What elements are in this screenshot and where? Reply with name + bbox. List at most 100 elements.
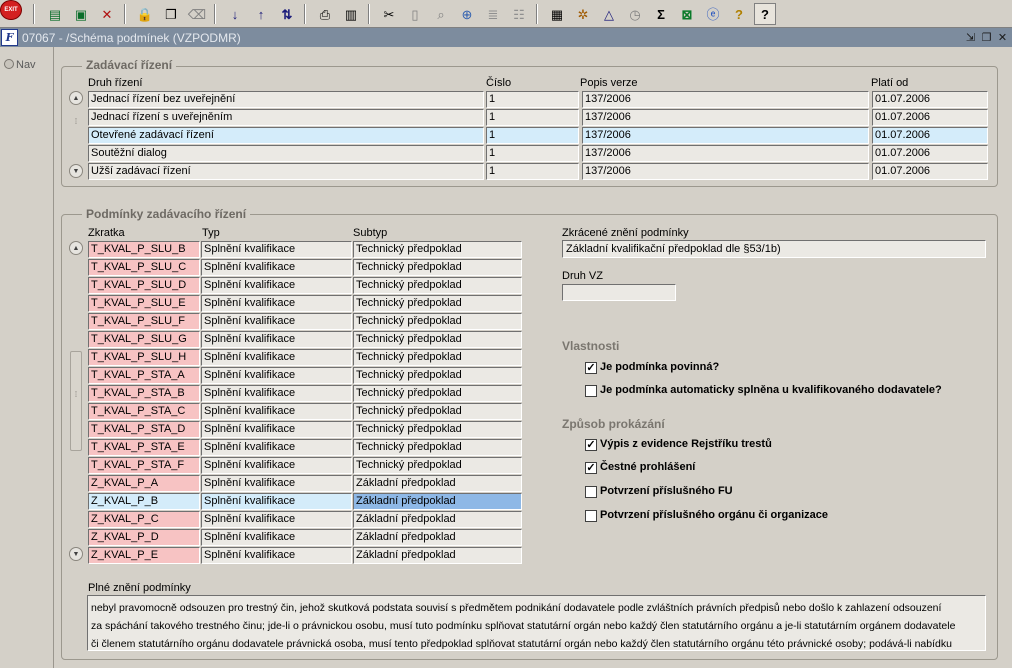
sum-icon[interactable]: Σ	[650, 3, 672, 25]
clear-icon[interactable]: ⌫	[186, 3, 208, 25]
podminky-cell-typ[interactable]: Splnění kvalifikace	[201, 475, 352, 492]
podminky-cell-typ[interactable]: Splnění kvalifikace	[201, 295, 352, 312]
podminky-cell-typ[interactable]: Splnění kvalifikace	[201, 313, 352, 330]
zadavaci-cell-druh[interactable]: Otevřené zadávací řízení	[88, 127, 484, 144]
podminky-cell-zkratka[interactable]: T_KVAL_P_SLU_B	[88, 241, 200, 258]
zadavaci-cell-plati[interactable]: 01.07.2006	[872, 145, 988, 162]
zadavaci-cell-cislo[interactable]: 1	[486, 145, 579, 162]
podminky-cell-typ[interactable]: Splnění kvalifikace	[201, 367, 352, 384]
podminky-cell-zkratka[interactable]: T_KVAL_P_STA_E	[88, 439, 200, 456]
help-query-icon[interactable]: ?	[728, 3, 750, 25]
minimize-icon[interactable]: ⇲	[964, 31, 977, 44]
checkbox-label[interactable]: Potvrzení příslušného orgánu či organiza…	[600, 509, 828, 521]
zadavaci-cell-popis[interactable]: 137/2006	[582, 127, 869, 144]
zadavaci-cell-cislo[interactable]: 1	[486, 127, 579, 144]
scroll-thumb[interactable]: ⁞	[70, 351, 82, 451]
podminky-cell-typ[interactable]: Splnění kvalifikace	[201, 511, 352, 528]
podminky-cell-subtyp[interactable]: Technický předpoklad	[353, 367, 522, 384]
zadavaci-cell-popis[interactable]: 137/2006	[582, 145, 869, 162]
sort-multi-icon[interactable]: ⇅	[276, 3, 298, 25]
podminky-cell-subtyp[interactable]: Základní předpoklad	[353, 529, 522, 546]
podminky-cell-zkratka[interactable]: T_KVAL_P_STA_B	[88, 385, 200, 402]
checkbox-label[interactable]: Výpis z evidence Rejstříku trestů	[600, 438, 772, 450]
podminky-cell-zkratka[interactable]: Z_KVAL_P_C	[88, 511, 200, 528]
checkbox-unchecked[interactable]	[585, 385, 597, 397]
scroll-down-icon[interactable]: ▼	[69, 164, 83, 178]
podminky-cell-typ[interactable]: Splnění kvalifikace	[201, 259, 352, 276]
filter-icon[interactable]: ✲	[572, 3, 594, 25]
podminky-cell-subtyp[interactable]: Technický předpoklad	[353, 421, 522, 438]
checkbox-label[interactable]: Je podmínka automaticky splněna u kvalif…	[600, 384, 942, 396]
druh-vz-field[interactable]	[562, 284, 676, 301]
zadavaci-cell-popis[interactable]: 137/2006	[582, 91, 869, 108]
nav-radio[interactable]	[4, 59, 14, 69]
zadavaci-cell-plati[interactable]: 01.07.2006	[872, 91, 988, 108]
podminky-cell-subtyp[interactable]: Základní předpoklad	[353, 511, 522, 528]
indent-icon[interactable]: ⊕	[456, 3, 478, 25]
podminky-cell-zkratka[interactable]: T_KVAL_P_STA_C	[88, 403, 200, 420]
podminky-cell-subtyp[interactable]: Technický předpoklad	[353, 259, 522, 276]
restore-icon[interactable]: ❐	[980, 31, 993, 44]
podminky-cell-typ[interactable]: Splnění kvalifikace	[201, 421, 352, 438]
podminky-cell-subtyp[interactable]: Technický předpoklad	[353, 277, 522, 294]
zadavaci-cell-plati[interactable]: 01.07.2006	[872, 163, 988, 180]
checkbox-label[interactable]: Potvrzení příslušného FU	[600, 485, 733, 497]
podminky-cell-typ[interactable]: Splnění kvalifikace	[201, 529, 352, 546]
excel-icon[interactable]: ⊠	[676, 3, 698, 25]
podminky-cell-zkratka[interactable]: T_KVAL_P_STA_A	[88, 367, 200, 384]
delete-record-icon[interactable]: ✕	[96, 3, 118, 25]
podminky-cell-subtyp[interactable]: Technický předpoklad	[353, 295, 522, 312]
podminky-cell-typ[interactable]: Splnění kvalifikace	[201, 403, 352, 420]
zkracene-field[interactable]: Základní kvalifikační předpoklad dle §53…	[562, 240, 986, 258]
clock-icon[interactable]: ◷	[624, 3, 646, 25]
zadavaci-cell-druh[interactable]: Jednací řízení bez uveřejnění	[88, 91, 484, 108]
podminky-cell-zkratka[interactable]: T_KVAL_P_STA_D	[88, 421, 200, 438]
podminky-cell-zkratka[interactable]: Z_KVAL_P_B	[88, 493, 200, 510]
zadavaci-cell-druh[interactable]: Jednací řízení s uveřejněním	[88, 109, 484, 126]
zadavaci-cell-cislo[interactable]: 1	[486, 163, 579, 180]
checkbox-checked[interactable]: ✓	[585, 462, 597, 474]
search-icon[interactable]: ⌕	[430, 3, 452, 25]
podminky-cell-subtyp[interactable]: Technický předpoklad	[353, 403, 522, 420]
podminky-cell-zkratka[interactable]: T_KVAL_P_SLU_D	[88, 277, 200, 294]
save-record-icon[interactable]: ▣	[70, 3, 92, 25]
exit-button[interactable]: EXIT	[0, 0, 22, 20]
sort-asc-icon[interactable]: ↓	[224, 3, 246, 25]
zadavaci-cell-popis[interactable]: 137/2006	[582, 163, 869, 180]
print-icon[interactable]: ⎙	[314, 3, 336, 25]
web-icon[interactable]: ⓔ	[702, 3, 724, 25]
podminky-cell-zkratka[interactable]: Z_KVAL_P_E	[88, 547, 200, 564]
report-icon[interactable]: ☷	[508, 3, 530, 25]
checkbox-label[interactable]: Čestné prohlášení	[600, 461, 695, 473]
scroll-thumb[interactable]: ⁞	[70, 117, 82, 139]
new-record-icon[interactable]: ▤	[44, 3, 66, 25]
scroll-down-icon[interactable]: ▼	[69, 547, 83, 561]
podminky-cell-subtyp[interactable]: Základní předpoklad	[353, 547, 522, 564]
podminky-cell-zkratka[interactable]: T_KVAL_P_SLU_C	[88, 259, 200, 276]
print-preview-icon[interactable]: ▥	[340, 3, 362, 25]
zadavaci-cell-plati[interactable]: 01.07.2006	[872, 127, 988, 144]
checkbox-unchecked[interactable]	[585, 486, 597, 498]
podminky-cell-zkratka[interactable]: Z_KVAL_P_A	[88, 475, 200, 492]
podminky-cell-subtyp[interactable]: Technický předpoklad	[353, 385, 522, 402]
zadavaci-cell-popis[interactable]: 137/2006	[582, 109, 869, 126]
podminky-cell-zkratka[interactable]: Z_KVAL_P_D	[88, 529, 200, 546]
podminky-cell-subtyp[interactable]: Technický předpoklad	[353, 331, 522, 348]
copy-icon[interactable]: ❐	[160, 3, 182, 25]
lock-icon[interactable]: 🔒	[134, 3, 156, 25]
podminky-cell-typ[interactable]: Splnění kvalifikace	[201, 241, 352, 258]
zadavaci-cell-plati[interactable]: 01.07.2006	[872, 109, 988, 126]
checkbox-label[interactable]: Je podmínka povinná?	[600, 361, 719, 373]
podminky-cell-zkratka[interactable]: T_KVAL_P_SLU_F	[88, 313, 200, 330]
tree-icon[interactable]: ≣	[482, 3, 504, 25]
checkbox-unchecked[interactable]	[585, 510, 597, 522]
podminky-cell-zkratka[interactable]: T_KVAL_P_SLU_G	[88, 331, 200, 348]
podminky-cell-typ[interactable]: Splnění kvalifikace	[201, 493, 352, 510]
cut-icon[interactable]: ✂	[378, 3, 400, 25]
podminky-cell-zkratka[interactable]: T_KVAL_P_SLU_H	[88, 349, 200, 366]
podminky-cell-subtyp[interactable]: Základní předpoklad	[353, 493, 522, 510]
checkbox-checked[interactable]: ✓	[585, 439, 597, 451]
zadavaci-cell-druh[interactable]: Soutěžní dialog	[88, 145, 484, 162]
podminky-cell-subtyp[interactable]: Technický předpoklad	[353, 241, 522, 258]
podminky-cell-zkratka[interactable]: T_KVAL_P_STA_F	[88, 457, 200, 474]
